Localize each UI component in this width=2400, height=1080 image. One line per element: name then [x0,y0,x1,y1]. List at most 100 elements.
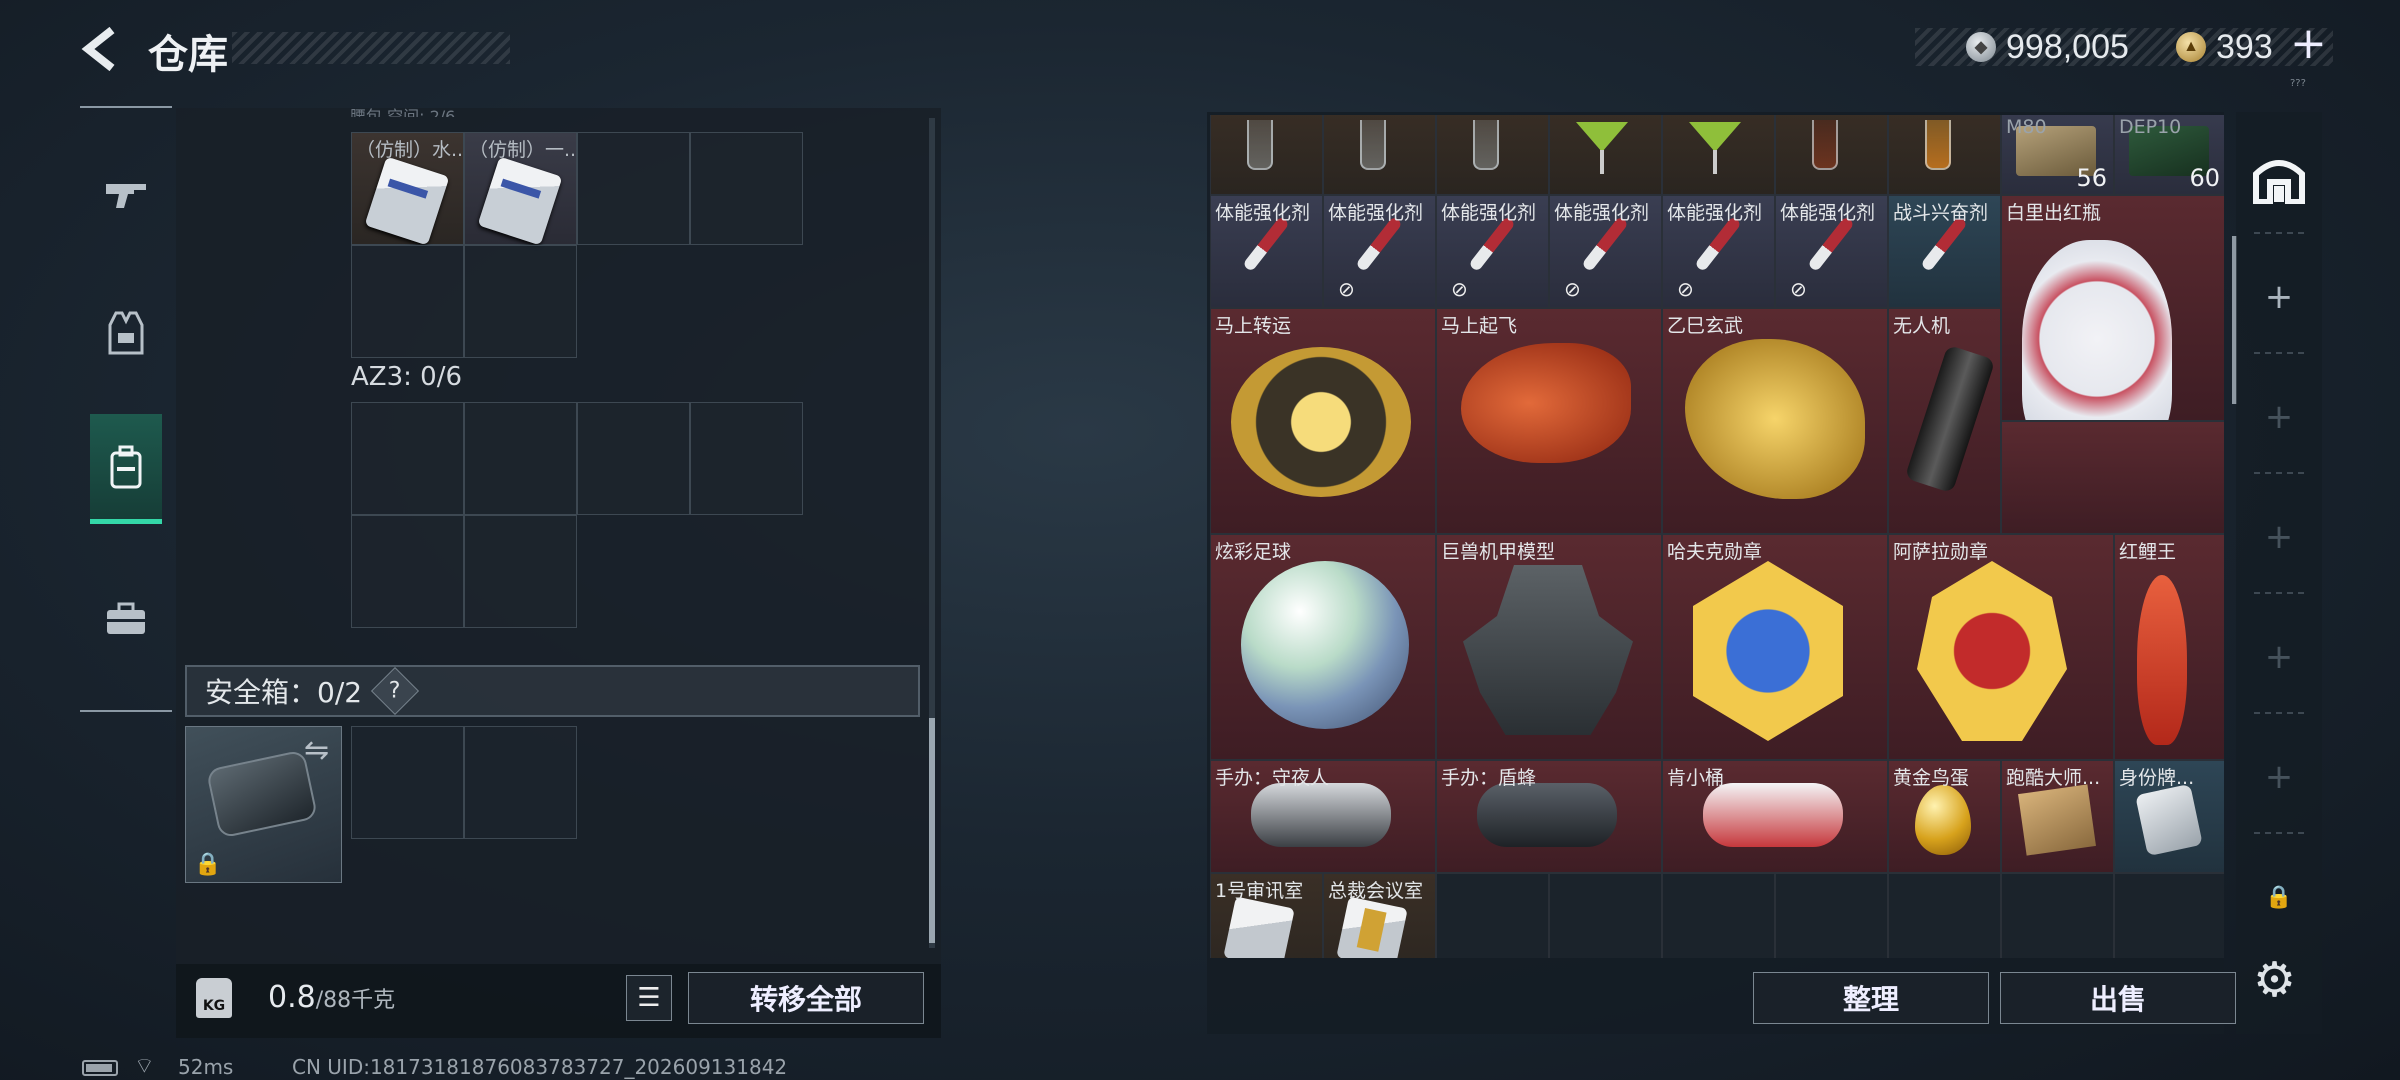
stash-item[interactable]: 体能强化剂 ⊘ [1775,195,1888,308]
empty-slot[interactable] [464,515,577,628]
add-page-button[interactable]: + [2248,746,2310,808]
stash-item[interactable] [1662,115,1775,195]
no-insure-icon: ⊘ [1677,277,1694,301]
stash-item[interactable]: 跑酷大师... [2001,760,2114,873]
stash-item[interactable]: 体能强化剂 ⊘ [1549,195,1662,308]
list-view-button[interactable]: ☰ [626,975,672,1021]
stash-item[interactable]: 总裁会议室 [1323,873,1436,958]
empty-slot[interactable] [577,132,690,245]
empty-slot[interactable] [1662,873,1775,958]
stash-item[interactable]: 手办：守夜人 [1210,760,1436,873]
empty-slot[interactable] [351,402,464,515]
weight-readout: 0.8/88千克 [268,980,395,1015]
stash-item[interactable]: 1号审讯室 [1210,873,1323,958]
empty-slot[interactable] [1775,873,1888,958]
sort-button[interactable]: 整理 [1753,972,1989,1024]
list-icon: ☰ [637,983,661,1013]
stash-item[interactable]: 肯小桶 [1662,760,1888,873]
empty-slot[interactable] [2001,873,2114,958]
tab-backpack[interactable] [90,414,162,524]
container-cut-label: 腰包 空间: 2/6 [350,107,456,117]
safe-box-slot[interactable]: ⇋ 🔒 [185,726,342,883]
silver-amount: 998,005 [2006,27,2129,66]
divider [2254,232,2304,234]
drink-icon [1812,120,1838,170]
empty-slot[interactable] [464,245,577,358]
silver-coin-icon: ◆ [1966,32,1996,62]
stash-item[interactable]: 体能强化剂 ⊘ [1436,195,1549,308]
help-icon[interactable]: ? [371,666,420,716]
empty-slot[interactable] [690,402,803,515]
empty-slot[interactable] [351,515,464,628]
toolbox-icon [107,602,145,634]
tab-weapons[interactable] [90,138,162,248]
stash-item[interactable]: 炫彩足球 [1210,534,1436,760]
empty-slot[interactable] [577,402,690,515]
stash-item[interactable]: 马上起飞 [1436,308,1662,534]
divider [2254,592,2304,594]
stash-item[interactable]: 体能强化剂 [1210,195,1323,308]
bucket-figure-icon [1703,783,1843,847]
keycard-icon [1336,896,1408,958]
stash-item[interactable]: M80 56 [2001,115,2114,195]
stash-item[interactable]: 身份牌... [2114,760,2224,873]
figure-icon [1251,783,1391,847]
stash-item[interactable]: 红鲤王 [2114,534,2224,760]
stash-item[interactable]: 战斗兴奋剂 [1888,195,2001,308]
divider [2254,832,2304,834]
tab-case[interactable] [90,564,162,674]
empty-slot[interactable] [464,402,577,515]
transfer-all-button[interactable]: 转移全部 [688,972,924,1024]
stash-item[interactable] [1888,115,2001,195]
stash-item[interactable]: DEP10 60 [2114,115,2224,195]
dog-tag-icon [2135,783,2203,857]
item-count: 56 [2076,164,2107,192]
stash-item[interactable]: 体能强化剂 ⊘ [1662,195,1775,308]
add-currency-button[interactable]: + [2290,18,2327,69]
az3-label: AZ3: 0/6 [351,362,463,392]
stash-item[interactable]: 乙巳玄武 [1662,308,1888,534]
stash-item[interactable] [1323,115,1436,195]
empty-slot[interactable] [690,132,803,245]
stash-item[interactable] [1436,115,1549,195]
stash-item[interactable]: 黄金鸟蛋 [1888,760,2001,873]
gold-coin-icon: ▲ [2176,32,2206,62]
settings-gear-icon[interactable]: ⚙ [2253,952,2296,1008]
stash-item[interactable]: 体能强化剂 ⊘ [1323,195,1436,308]
stash-item[interactable]: 无人机 [1888,308,2001,534]
stash-item[interactable] [1775,115,1888,195]
cocktail-icon [1689,122,1741,174]
empty-slot[interactable] [1436,873,1549,958]
empty-slot[interactable] [351,245,464,358]
stash-item[interactable]: 马上转运 [1210,308,1436,534]
drone-icon [1904,344,1996,494]
stash-item[interactable]: 手办：盾蜂 [1436,760,1662,873]
tab-armor[interactable] [90,278,162,388]
pouch-slot-item[interactable]: （仿制）水... [351,132,464,246]
stash-item[interactable] [1549,115,1662,195]
stash-item[interactable] [1210,115,1323,195]
stash-home-button[interactable] [2248,148,2310,210]
add-page-button[interactable]: + [2248,266,2310,328]
add-page-button[interactable]: + [2248,506,2310,568]
stash-item[interactable]: 哈夫克勋章 [1662,534,1888,760]
stash-item[interactable]: 白里出红瓶 [2001,195,2224,421]
add-page-button[interactable]: + [2248,626,2310,688]
add-page-button[interactable]: + [2248,386,2310,448]
empty-slot[interactable] [2114,873,2224,958]
keycard-icon [1223,896,1295,958]
empty-slot[interactable] [1888,873,2001,958]
stash-item[interactable] [2001,421,2224,534]
back-arrow-icon[interactable] [76,24,126,74]
sell-button[interactable]: 出售 [2000,972,2236,1024]
stash-item[interactable]: 阿萨拉勋章 [1888,534,2114,760]
empty-slot[interactable] [1549,873,1662,958]
lock-page-button[interactable]: 🔒 [2248,866,2310,928]
empty-slot[interactable] [351,726,464,839]
container-scrollbar[interactable] [929,118,935,948]
swap-icon[interactable]: ⇋ [304,733,329,768]
pouch-slot-item[interactable]: （仿制）一... [464,132,577,246]
empty-slot[interactable] [464,726,577,839]
item-label: （仿制）一... [469,139,576,161]
stash-item[interactable]: 巨兽机甲模型 [1436,534,1662,760]
